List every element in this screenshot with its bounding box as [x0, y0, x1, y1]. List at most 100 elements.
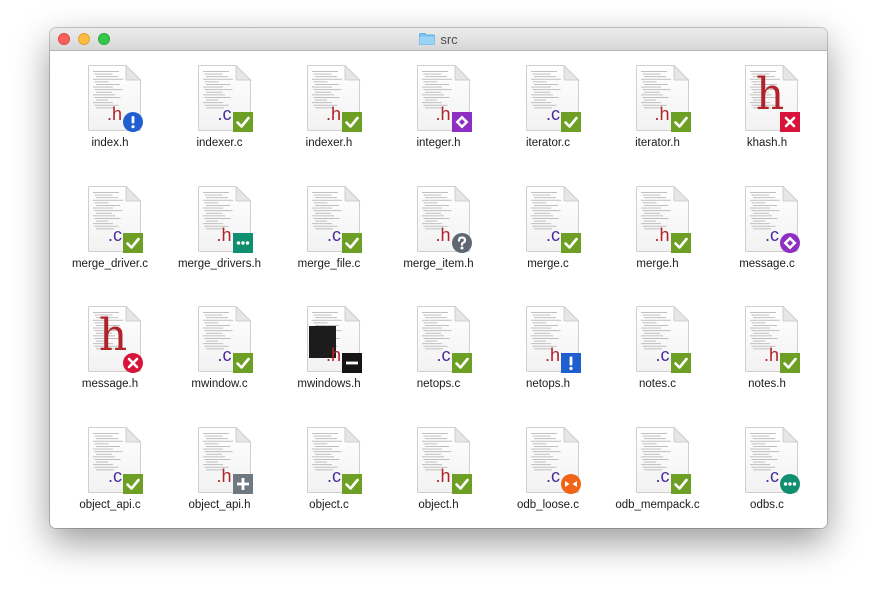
- file-icon[interactable]: .c: [307, 185, 362, 253]
- file-icon[interactable]: .c: [526, 185, 581, 253]
- file-item[interactable]: .c object_api.c: [55, 413, 165, 529]
- file-extension: .c: [545, 465, 560, 486]
- file-item[interactable]: .c notes.c: [603, 292, 713, 410]
- checkmark-icon: [123, 473, 143, 494]
- file-extension: .h: [106, 104, 122, 124]
- file-extension: .c: [655, 465, 670, 486]
- file-name: merge_item.h: [403, 257, 474, 270]
- file-item[interactable]: .c iterator.c: [493, 51, 603, 169]
- exclamation-icon: [561, 353, 581, 373]
- file-extension: .h: [216, 465, 232, 486]
- file-item[interactable]: .c indexer.c: [165, 51, 275, 169]
- file-icon[interactable]: .c: [197, 306, 253, 373]
- file-icon[interactable]: .h: [307, 306, 362, 373]
- file-item[interactable]: .h object_api.h: [165, 413, 275, 529]
- file-icon[interactable]: .c: [745, 185, 800, 253]
- info-icon: [123, 112, 143, 132]
- file-icon[interactable]: .h: [745, 306, 800, 373]
- file-name: object_api.c: [79, 498, 141, 511]
- file-item[interactable]: .h merge_item.h: [384, 172, 494, 290]
- file-name: mwindows.h: [297, 378, 361, 390]
- file-name: message.h: [81, 378, 139, 390]
- checkmark-icon: [342, 232, 362, 253]
- incoming-icon: [561, 473, 581, 494]
- file-item[interactable]: .c merge_file.c: [274, 172, 384, 290]
- file-item[interactable]: .h integer.h: [384, 51, 494, 169]
- file-icon[interactable]: .h: [416, 65, 472, 132]
- file-item[interactable]: .h mwindows.h: [274, 292, 384, 410]
- file-icon[interactable]: .c: [416, 306, 472, 373]
- file-item[interactable]: .h index.h: [55, 51, 165, 169]
- file-icon[interactable]: .h: [197, 426, 253, 494]
- file-item[interactable]: .c merge.c: [493, 172, 603, 290]
- file-item[interactable]: .c odb_loose.c: [493, 413, 603, 529]
- file-item[interactable]: .h object.h: [384, 413, 494, 529]
- file-item[interactable]: .c merge_driver.c: [55, 172, 165, 290]
- checkmark-icon: [342, 112, 362, 132]
- file-item[interactable]: .c object.c: [274, 413, 384, 529]
- file-icon[interactable]: .c: [526, 426, 581, 494]
- file-item[interactable]: .c message.c: [712, 172, 822, 290]
- file-item[interactable]: .c mwindow.c: [165, 292, 275, 410]
- file-icon[interactable]: .h: [197, 185, 253, 253]
- file-extension: .h: [654, 104, 670, 124]
- file-icon[interactable]: .h: [88, 65, 143, 132]
- file-name: netops.c: [416, 378, 461, 390]
- file-icon[interactable]: .h: [416, 426, 472, 494]
- file-extension: .c: [326, 224, 341, 245]
- checkmark-icon: [670, 232, 691, 253]
- file-item[interactable]: .h notes.h: [712, 292, 822, 410]
- file-item[interactable]: .c odb_mempack.c: [603, 413, 713, 529]
- file-extension: .c: [545, 104, 560, 124]
- file-item[interactable]: .h merge_drivers.h: [165, 172, 275, 290]
- file-item[interactable]: h message.h: [55, 292, 165, 410]
- file-extension: .h: [325, 345, 341, 365]
- file-item[interactable]: .h iterator.h: [603, 51, 713, 169]
- ellipsis-circle-icon: [780, 473, 800, 494]
- file-icon[interactable]: .c: [635, 306, 691, 373]
- file-item[interactable]: .c netops.c: [384, 292, 494, 410]
- file-item[interactable]: .h netops.h: [493, 292, 603, 410]
- file-icon[interactable]: .c: [88, 426, 143, 494]
- file-icon[interactable]: .h: [307, 65, 362, 132]
- file-name: mwindow.c: [191, 378, 248, 390]
- plus-icon: [232, 473, 253, 494]
- file-icon[interactable]: .c: [307, 426, 362, 494]
- checkmark-icon: [123, 232, 143, 253]
- file-name: odb_mempack.c: [615, 498, 700, 511]
- window-title: src: [50, 28, 827, 50]
- file-icon[interactable]: .c: [526, 65, 581, 132]
- file-icon[interactable]: .c: [635, 426, 691, 494]
- file-name: merge_drivers.h: [177, 257, 262, 270]
- file-icon[interactable]: h: [745, 65, 800, 132]
- file-icon[interactable]: .c: [88, 185, 143, 253]
- file-item[interactable]: .h merge.h: [603, 172, 713, 290]
- conflict-icon: [780, 112, 800, 132]
- title-bar[interactable]: src: [50, 28, 827, 51]
- file-icon[interactable]: .h: [416, 185, 472, 253]
- file-icon[interactable]: .c: [745, 426, 800, 494]
- file-icon[interactable]: .h: [635, 65, 691, 132]
- checkmark-icon: [670, 112, 691, 132]
- file-name: iterator.c: [525, 137, 571, 149]
- file-icon[interactable]: .h: [635, 185, 691, 253]
- file-extension: .c: [436, 345, 451, 365]
- file-icon[interactable]: .h: [526, 306, 581, 373]
- checkmark-icon: [780, 353, 800, 373]
- file-extension: .c: [655, 345, 670, 365]
- file-grid: .h index.h .c indexer.c .h indexer.h .h inte…: [50, 51, 827, 528]
- file-extension: .h: [435, 224, 451, 245]
- file-icon[interactable]: .c: [197, 65, 253, 132]
- ellipsis-icon: [232, 232, 253, 253]
- file-item[interactable]: h khash.h: [712, 51, 822, 169]
- file-item[interactable]: .h indexer.h: [274, 51, 384, 169]
- minus-icon: [342, 353, 362, 373]
- file-icon[interactable]: h: [88, 306, 143, 373]
- file-item[interactable]: .c odbs.c: [712, 413, 822, 529]
- file-name: khash.h: [746, 137, 788, 149]
- checkmark-icon: [670, 473, 691, 494]
- file-extension: .c: [107, 465, 122, 486]
- file-name: netops.h: [525, 378, 571, 390]
- file-type-letter: h: [755, 69, 785, 120]
- file-name: object_api.h: [188, 498, 251, 511]
